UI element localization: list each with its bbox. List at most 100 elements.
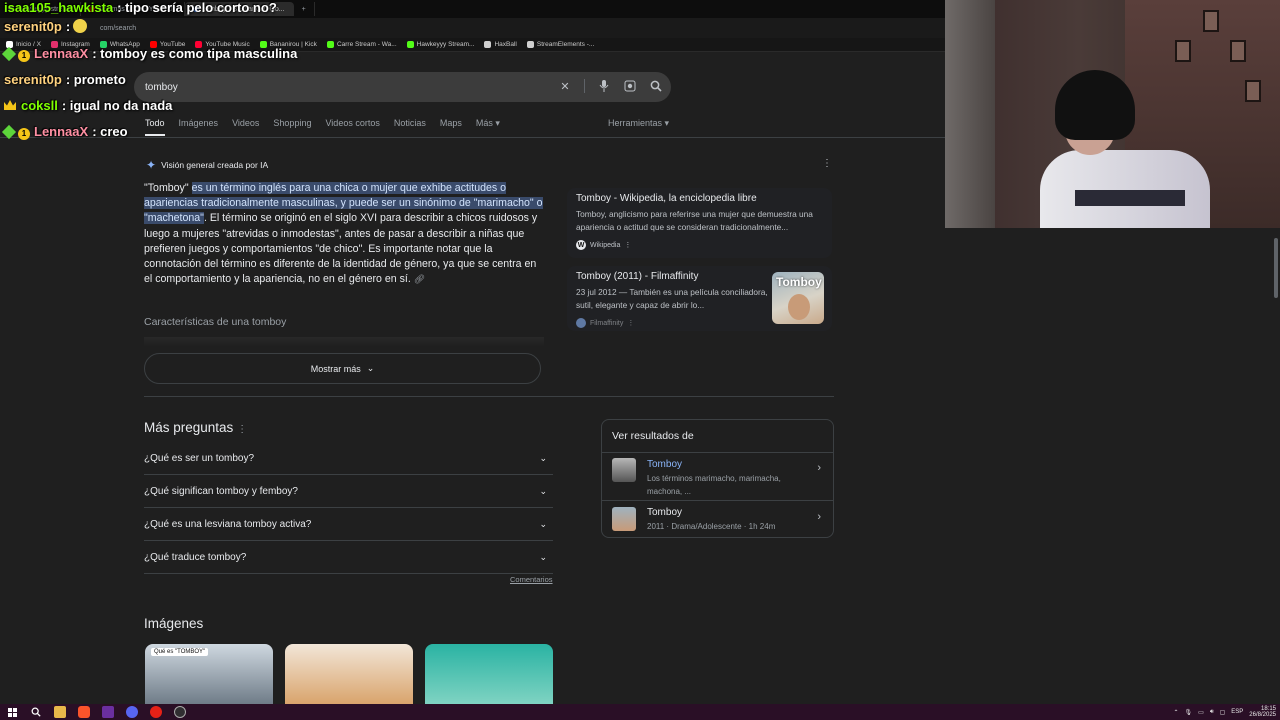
nav-tab[interactable]: Videos cortos [325,118,379,136]
bookmark-label: HaxBall [494,41,517,48]
new-tab-button[interactable]: + [294,2,315,16]
nav-tab[interactable]: Todo [145,118,165,136]
bookmark-label: Carre Stream - Wa... [336,41,397,48]
network-icon[interactable]: ▭ [1198,709,1204,716]
search-tools: ✕ [558,79,663,93]
microphone-icon[interactable]: 🎙︎ [1185,709,1193,716]
source-card-wikipedia[interactable]: Tomboy - Wikipedia, la enciclopedia libr… [567,188,832,258]
faq-item[interactable]: ¿Qué es ser un tomboy? ⌄ [144,442,553,475]
bookmark-favicon-icon [406,41,414,48]
microphone-icon[interactable] [597,79,611,93]
more-options-icon[interactable]: ⋮ [237,424,247,435]
image-result[interactable]: Qué es "TOMBOY" [145,644,273,704]
app-icon[interactable] [102,706,114,718]
bookmark-item[interactable]: Hawkeyyy Stream... [406,41,474,48]
chat-username: isaa105_hawkista [4,0,114,15]
result-name[interactable]: Tomboy [647,459,682,470]
chevron-down-icon: ⌄ [539,485,547,496]
faq-question: ¿Qué es una lesviana tomboy activa? [144,518,312,530]
search-input[interactable]: tomboy ✕ [134,72,671,102]
see-results-item[interactable]: Tomboy 2011 · Drama/Adolescente · 1h 24m… [602,500,833,537]
more-options-icon[interactable]: ⋮ [624,241,631,249]
more-options-icon[interactable]: ⋮ [822,158,832,169]
bookmark-label: StreamElements -... [536,41,595,48]
discord-icon[interactable] [126,706,138,718]
address-bar[interactable]: com/search [0,18,945,38]
search-icon[interactable] [30,706,42,718]
search-icon[interactable] [649,79,663,93]
screen: hawkeyyy stream Ver más tarde - YouTube … [0,0,1280,720]
nav-tab[interactable]: Imágenes [179,118,219,136]
fade-overlay [144,337,544,347]
language-indicator[interactable]: ESP [1231,709,1243,715]
chat-message: serenit0p: [4,19,88,34]
chevron-right-icon: › [817,511,821,523]
chat-text: : tipo sería pelo corto no? [117,0,277,15]
source-snippet: Tomboy, anglicismo para referirse una mu… [576,209,813,232]
more-options-icon[interactable]: ⋮ [627,319,634,327]
clock[interactable]: 18:15 26/8/2025 [1249,706,1276,718]
bookmark-item[interactable]: HaxBall [484,41,517,48]
bookmark-item[interactable]: Carre Stream - Wa... [326,41,397,48]
bookmark-favicon-icon [326,41,334,48]
nav-tab[interactable]: Más ▾ [476,118,500,136]
sub-badge-icon [1,46,17,62]
divider [0,137,945,138]
gift-badge-icon: 1 [18,50,30,62]
source-snippet: 23 jul 2012 — También es una película co… [576,287,768,310]
chevron-up-icon[interactable]: ⌃ [1174,709,1179,716]
divider [144,396,834,397]
tools-menu[interactable]: Herramientas ▾ [608,118,669,129]
obs-icon[interactable] [174,706,186,718]
see-results-item[interactable]: Tomboy Los términos marimacho, marimacha… [602,452,833,500]
nav-tab[interactable]: Noticias [394,118,426,136]
result-name[interactable]: Tomboy [647,507,682,518]
source-site: W Wikipedia ⋮ [576,240,823,250]
image-result[interactable] [425,644,553,704]
film-thumbnail[interactable]: Tomboy [772,272,824,324]
source-site-name: Filmaffinity [590,319,624,327]
chevron-right-icon: › [817,462,821,474]
result-thumbnail [612,507,636,531]
windows-start-icon[interactable] [6,706,18,718]
bookmark-item[interactable]: StreamElements -... [526,41,595,48]
notification-icon[interactable]: ▢ [1220,709,1226,716]
faq-item[interactable]: ¿Qué es una lesviana tomboy activa? ⌄ [144,508,553,541]
nav-tab[interactable]: Maps [440,118,462,136]
source-title[interactable]: Tomboy - Wikipedia, la enciclopedia libr… [576,193,823,204]
filmaffinity-icon [576,318,586,328]
media-player-icon[interactable] [150,706,162,718]
file-explorer-icon[interactable] [54,706,66,718]
webcam-overlay [945,0,1280,228]
crown-badge-icon [4,100,16,110]
source-card-filmaffinity[interactable]: Tomboy (2011) - Filmaffinity 23 jul 2012… [567,266,832,331]
feedback-link[interactable]: Comentarios [510,575,553,584]
chevron-down-icon: ⌄ [539,452,547,463]
result-thumbnail [612,458,636,482]
chat-message: 1 LennaaX: tomboy es como tipa masculina [1,46,297,62]
brave-browser-icon[interactable] [78,706,90,718]
result-desc: Los términos marimacho, marimacha, macho… [647,474,781,496]
nav-tab[interactable]: Shopping [273,118,311,136]
image-caption: Qué es "TOMBOY" [151,648,209,656]
volume-icon[interactable]: 🔊︎ [1210,709,1214,716]
faq-question: ¿Qué es ser un tomboy? [144,452,255,464]
result-desc: 2011 · Drama/Adolescente · 1h 24m [647,522,776,531]
emoji-icon [73,19,88,33]
show-more-button[interactable]: Mostrar más ⌄ [144,353,541,384]
chat-message: serenit0p: prometo [4,72,126,87]
nav-tab[interactable]: Videos [232,118,259,136]
clear-icon[interactable]: ✕ [558,79,572,93]
faq-question: ¿Qué significan tomboy y femboy? [144,485,298,497]
link-icon[interactable]: 🔗︎ [414,274,425,284]
ai-overview-title: Visión general creada por IA [161,160,269,170]
faq-item[interactable]: ¿Qué significan tomboy y femboy? ⌄ [144,475,553,508]
chat-username: serenit0p [4,72,62,87]
search-results-page: tomboy ✕ Todo Imágenes Videos Shopping Video… [0,52,945,704]
camera-search-icon[interactable] [623,79,637,93]
faq-question: ¿Qué traduce tomboy? [144,551,247,563]
image-result[interactable] [285,644,413,704]
scrollbar[interactable] [1272,228,1280,704]
faq-item[interactable]: ¿Qué traduce tomboy? ⌄ [144,541,553,574]
address-text: com/search [100,24,137,32]
